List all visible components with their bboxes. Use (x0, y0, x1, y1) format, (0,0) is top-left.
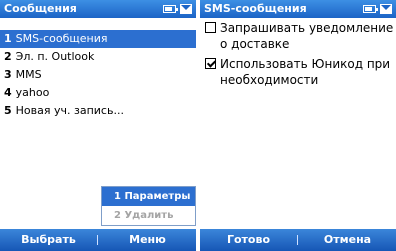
title-bar: SMS-сообщения (200, 0, 396, 18)
item-number: 5 (4, 104, 12, 117)
softkey-bar: Выбрать Меню (0, 229, 196, 251)
item-number: 2 (4, 50, 12, 63)
account-item-sms[interactable]: 1 SMS-сообщения (0, 30, 196, 48)
option-label: Запрашивать уведомление о доставке (220, 21, 394, 51)
item-label: SMS-сообщения (15, 32, 108, 45)
softkey-bar: Готово Отмена (200, 229, 396, 251)
item-label: MMS (15, 68, 42, 81)
account-item-mms[interactable]: 3 MMS (0, 66, 196, 84)
item-label: yahoo (15, 86, 50, 99)
sms-options: Запрашивать уведомление о доставке Испол… (200, 20, 396, 92)
battery-icon (363, 5, 378, 13)
delivery-notification-checkbox[interactable] (205, 22, 216, 33)
item-number: 4 (4, 86, 12, 99)
softkey-divider (97, 235, 98, 245)
sms-settings-screen: SMS-сообщения Запрашивать уведомление о … (200, 0, 396, 251)
unicode-checkbox[interactable] (205, 58, 216, 69)
item-label: Новая уч. запись... (15, 104, 124, 117)
title-bar: Сообщения (0, 0, 196, 18)
account-item-yahoo[interactable]: 4 yahoo (0, 84, 196, 102)
menu-softkey[interactable]: Меню (99, 229, 196, 251)
screen-title: SMS-сообщения (204, 2, 307, 15)
cancel-softkey[interactable]: Отмена (299, 229, 396, 251)
status-icons (363, 2, 393, 16)
select-softkey[interactable]: Выбрать (0, 229, 97, 251)
done-softkey[interactable]: Готово (200, 229, 297, 251)
menu-item-settings[interactable]: 1 Параметры (102, 187, 195, 206)
menu-item-delete: 2 Удалить (114, 210, 174, 221)
battery-icon (163, 5, 178, 13)
menu-popup: 1 Параметры 2 Удалить (101, 186, 196, 226)
softkey-divider (297, 235, 298, 245)
account-item-outlook[interactable]: 2 Эл. п. Outlook (0, 48, 196, 66)
delivery-notification-option[interactable]: Запрашивать уведомление о доставке (200, 20, 396, 52)
option-label: Использовать Юникод при необходимости (220, 57, 391, 87)
item-number: 3 (4, 68, 12, 81)
messages-screen: Сообщения 1 SMS-сообщения 2 Эл. п. Outlook… (0, 0, 196, 251)
unicode-option[interactable]: Использовать Юникод при необходимости (200, 56, 396, 88)
account-list: 1 SMS-сообщения 2 Эл. п. Outlook 3 MMS 4 yah… (0, 30, 196, 120)
account-item-new[interactable]: 5 Новая уч. запись... (0, 102, 196, 120)
envelope-icon (380, 4, 392, 14)
item-label: Эл. п. Outlook (15, 50, 95, 63)
status-icons (163, 2, 193, 16)
screen-title: Сообщения (4, 2, 77, 15)
item-number: 1 (4, 32, 12, 45)
envelope-icon (180, 4, 192, 14)
